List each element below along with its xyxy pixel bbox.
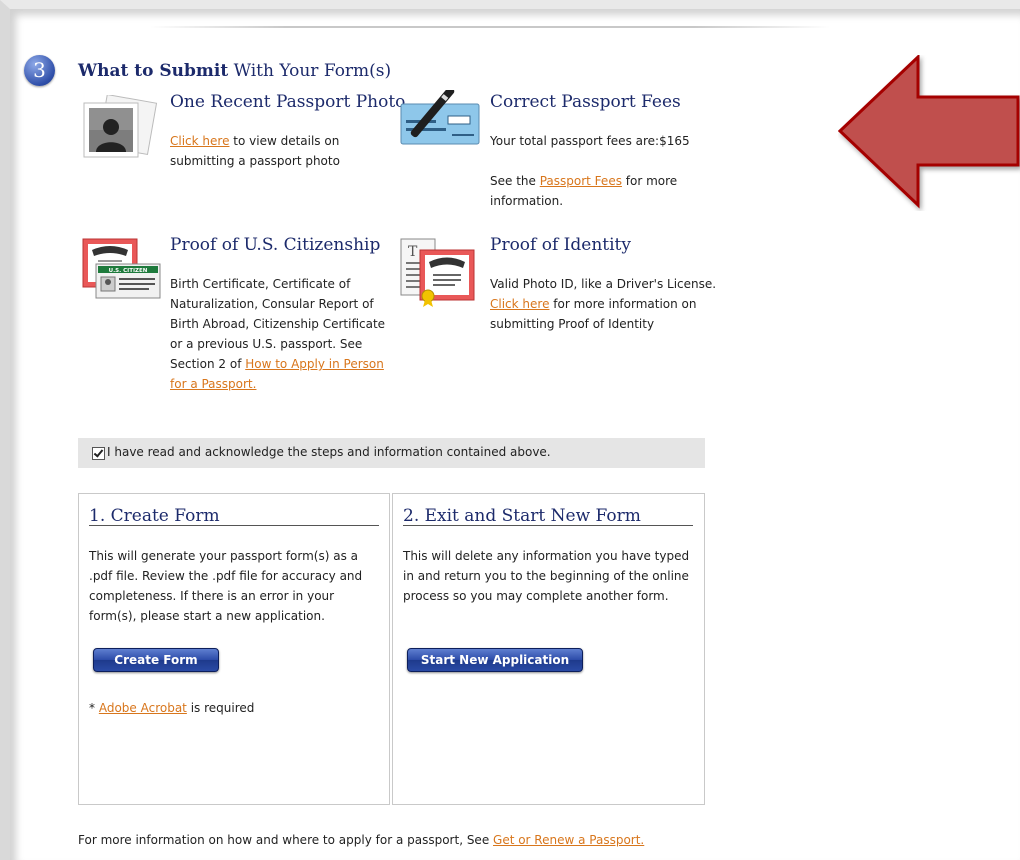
photo-text: Click here to view details on submitting… bbox=[170, 131, 375, 171]
start-new-application-button[interactable]: Start New Application bbox=[407, 648, 583, 672]
exit-form-panel: 2. Exit and Start New Form This will del… bbox=[392, 493, 705, 805]
identity-heading: Proof of Identity bbox=[490, 235, 631, 255]
exit-form-rule bbox=[403, 525, 693, 526]
create-form-button[interactable]: Create Form bbox=[93, 648, 219, 672]
citizenship-certificate-icon: U.S. CITIZEN bbox=[82, 238, 161, 299]
top-divider bbox=[150, 26, 830, 28]
acknowledge-bar: I have read and acknowledge the steps an… bbox=[78, 438, 705, 468]
photo-heading: One Recent Passport Photo bbox=[170, 92, 406, 112]
create-form-text: This will generate your passport form(s)… bbox=[89, 549, 363, 623]
footer-text-body: For more information on how and where to… bbox=[78, 833, 494, 847]
photo-click-here-link[interactable]: Click here bbox=[170, 134, 229, 148]
step-number-badge: 3 bbox=[24, 55, 55, 86]
red-arrow-annotation bbox=[838, 55, 1020, 209]
acrobat-note-suffix: is required bbox=[186, 701, 255, 715]
us-citizen-badge-text: U.S. CITIZEN bbox=[109, 268, 148, 274]
passport-fees-link[interactable]: Passport Fees bbox=[540, 174, 622, 188]
exit-form-text: This will delete any information you hav… bbox=[403, 549, 690, 603]
create-form-rule bbox=[89, 525, 379, 526]
identity-click-here-link[interactable]: Click here bbox=[490, 297, 549, 311]
adobe-acrobat-link[interactable]: Adobe Acrobat bbox=[99, 701, 187, 715]
create-form-title: 1. Create Form bbox=[89, 506, 220, 526]
fees-see-prefix: See the bbox=[490, 174, 540, 188]
acrobat-note-prefix: * bbox=[89, 701, 99, 715]
proof-of-identity-icon: T bbox=[400, 238, 475, 307]
exit-form-title: 2. Exit and Start New Form bbox=[403, 506, 641, 526]
fees-heading: Correct Passport Fees bbox=[490, 92, 681, 112]
citizenship-heading: Proof of U.S. Citizenship bbox=[170, 235, 381, 255]
acknowledge-label: I have read and acknowledge the steps an… bbox=[107, 445, 551, 459]
citizenship-text: Birth Certificate, Certificate of Natura… bbox=[170, 274, 392, 394]
check-fees-icon bbox=[400, 90, 480, 145]
acknowledge-checkbox[interactable] bbox=[92, 447, 105, 460]
identity-text: Valid Photo ID, like a Driver's License.… bbox=[490, 274, 720, 334]
section-title-rest: With Your Form(s) bbox=[228, 61, 392, 81]
passport-photo-icon bbox=[83, 95, 158, 158]
section-title: What to Submit With Your Form(s) bbox=[78, 61, 391, 81]
acrobat-note: * Adobe Acrobat is required bbox=[89, 698, 379, 718]
identity-text-before: Valid Photo ID, like a Driver's License. bbox=[490, 277, 717, 291]
create-form-panel: 1. Create Form This will generate your p… bbox=[78, 493, 390, 805]
fees-total: Your total passport fees are:$165 bbox=[490, 134, 690, 148]
get-or-renew-link[interactable]: Get or Renew a Passport. bbox=[493, 833, 644, 847]
footer-text: For more information on how and where to… bbox=[78, 833, 644, 847]
section-title-bold: What to Submit bbox=[78, 61, 229, 81]
fees-see-text: See the Passport Fees for more informati… bbox=[490, 171, 700, 211]
svg-text:T: T bbox=[408, 244, 418, 260]
